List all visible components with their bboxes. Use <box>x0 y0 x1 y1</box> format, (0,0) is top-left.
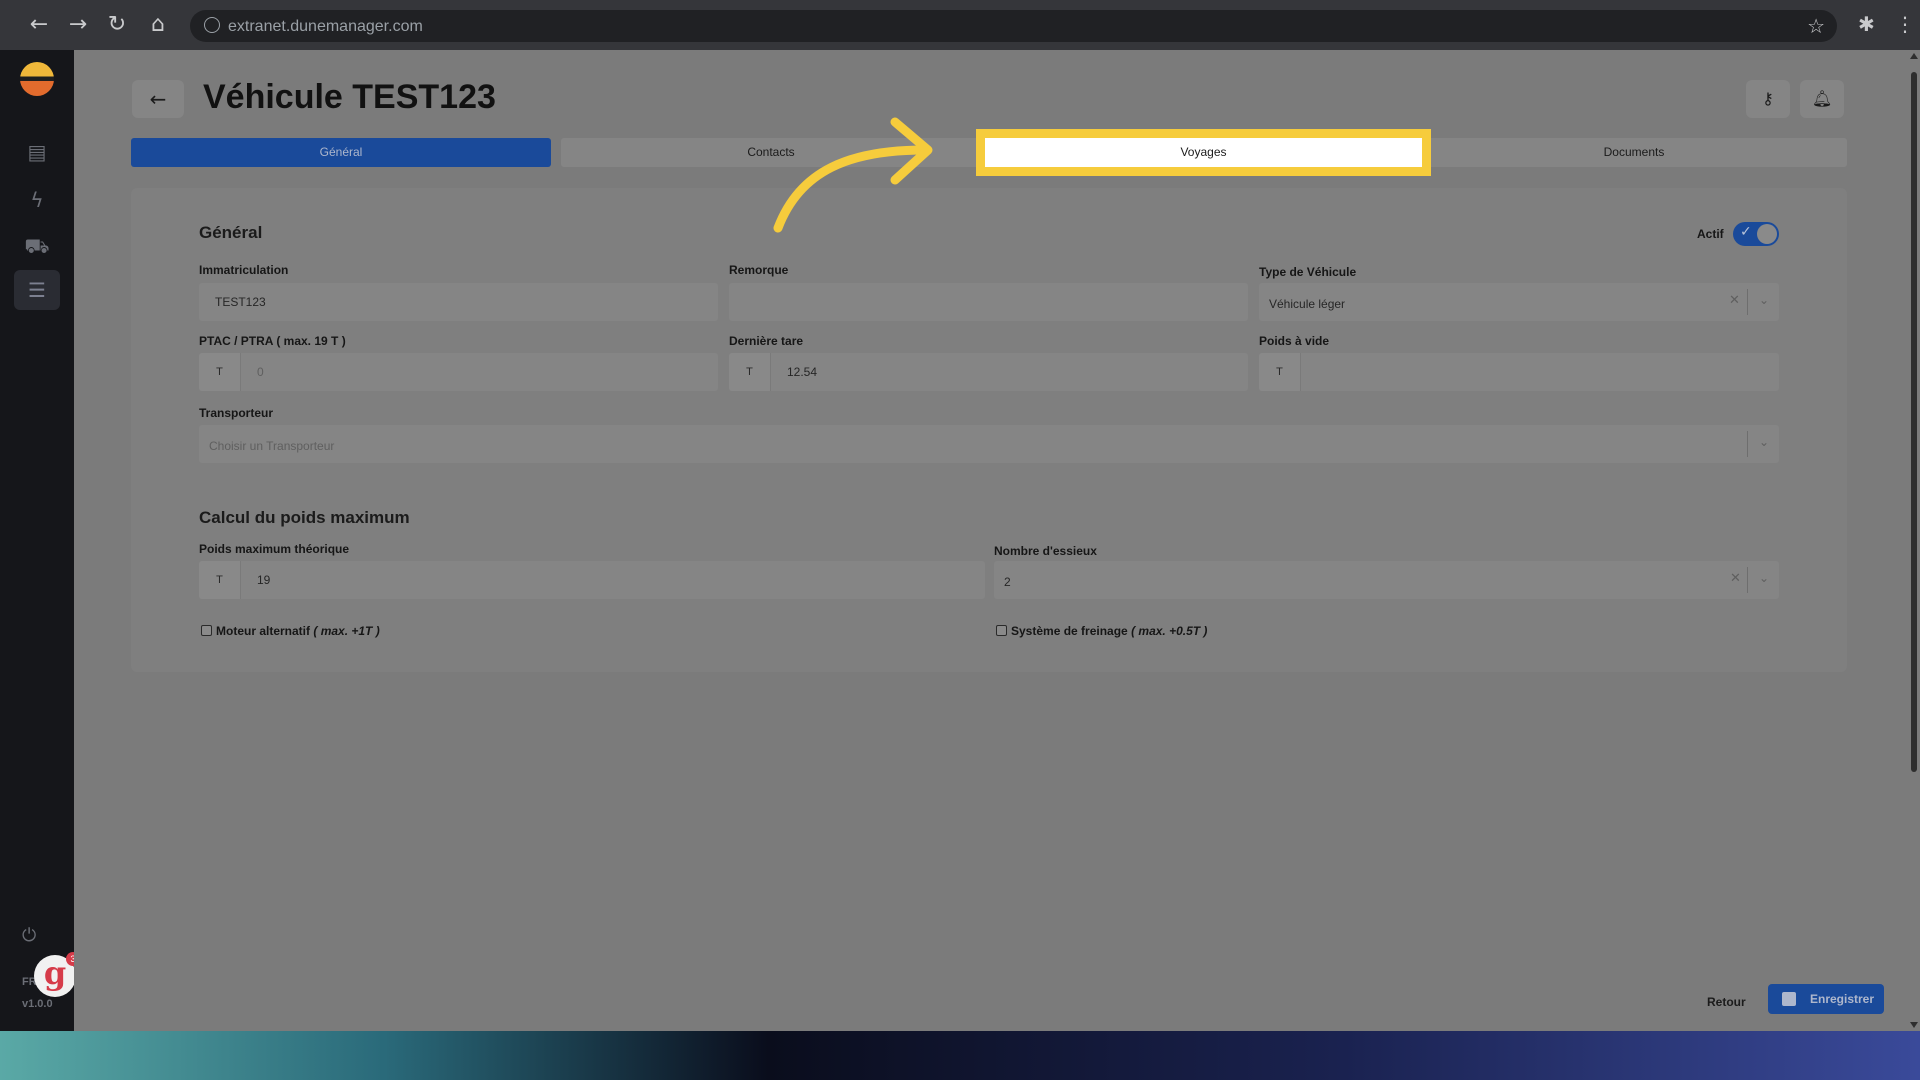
app-logo[interactable] <box>20 62 54 96</box>
type-vehicule-select[interactable]: Véhicule léger ✕ ⌄ <box>1259 283 1779 321</box>
poids-vide-input[interactable]: T <box>1259 353 1779 391</box>
moteur-alternatif-text: Moteur alternatif <box>216 624 311 638</box>
select-separator <box>1747 567 1748 593</box>
main-content: ← Véhicule TEST123 ⚷ 🔔︎ Général Contacts… <box>74 50 1908 1031</box>
freinage-label: Système de freinage ( max. +0.5T ) <box>1011 624 1207 638</box>
chevron-down-icon[interactable]: ⌄ <box>1759 293 1769 307</box>
ptac-label: PTAC / PTRA ( max. 19 T ) <box>199 334 346 348</box>
form-footer: Retour Enregistrer <box>74 970 1908 1031</box>
save-button[interactable]: Enregistrer <box>1768 984 1884 1014</box>
freinage-checkbox[interactable] <box>996 625 1007 636</box>
ptac-value: 0 <box>257 365 264 379</box>
immatriculation-value: TEST123 <box>215 295 266 309</box>
list-icon[interactable]: ☰ <box>14 270 60 310</box>
pointer-arrow-icon <box>773 117 933 233</box>
select-separator <box>1747 289 1748 315</box>
chevron-down-icon[interactable]: ⌄ <box>1759 435 1769 449</box>
globe-icon <box>204 17 220 33</box>
tab-general[interactable]: Général <box>131 138 551 167</box>
bell-icon[interactable]: 🔔︎ <box>1800 80 1844 118</box>
poids-max-input[interactable]: T 19 <box>199 561 985 599</box>
lightning-icon[interactable]: ϟ <box>14 180 60 220</box>
tab-documents[interactable]: Documents <box>1421 138 1847 167</box>
poids-max-unit-prefix: T <box>199 561 241 599</box>
transporteur-select[interactable]: Choisir un Transporteur ⌄ <box>199 425 1779 463</box>
ptac-input[interactable]: T 0 <box>199 353 718 391</box>
moteur-alternatif-hint: ( max. +1T ) <box>313 624 380 638</box>
voyages-tab-highlight[interactable]: Voyages <box>976 129 1431 176</box>
extensions-puzzle-icon[interactable]: ✱ <box>1858 12 1875 36</box>
poids-vide-label: Poids à vide <box>1259 334 1330 348</box>
transporteur-placeholder: Choisir un Transporteur <box>209 439 335 453</box>
actif-toggle[interactable]: ✓ <box>1733 222 1779 246</box>
scroll-up-icon[interactable] <box>1910 53 1918 59</box>
essieux-select[interactable]: 2 ✕ ⌄ <box>994 561 1779 599</box>
forward-arrow-icon[interactable]: → <box>63 10 93 40</box>
calcul-section-title: Calcul du poids maximum <box>199 508 410 527</box>
browser-toolbar: ← → ↻ ⌂ extranet.dunemanager.com ☆ ✱ ⋮ <box>0 0 1920 50</box>
ptac-unit-prefix: T <box>199 353 241 391</box>
power-icon[interactable]: ⏻ <box>22 925 36 946</box>
immatriculation-input[interactable]: TEST123 <box>199 283 718 321</box>
derniere-tare-input[interactable]: T 12.54 <box>729 353 1248 391</box>
scroll-down-icon[interactable] <box>1910 1022 1918 1028</box>
reload-icon[interactable]: ↻ <box>102 10 132 40</box>
moteur-alternatif-checkbox[interactable] <box>201 625 212 636</box>
save-button-label: Enregistrer <box>1810 992 1875 1006</box>
transporteur-label: Transporteur <box>199 406 274 420</box>
address-bar[interactable]: extranet.dunemanager.com ☆ <box>190 10 1837 42</box>
derniere-tare-label: Dernière tare <box>729 334 804 348</box>
poids-vide-unit-prefix: T <box>1259 353 1301 391</box>
back-arrow-icon[interactable]: ← <box>24 10 54 40</box>
poids-max-value: 19 <box>257 573 271 587</box>
clear-x-icon[interactable]: ✕ <box>1730 571 1741 586</box>
key-icon[interactable]: ⚷ <box>1746 80 1790 118</box>
url-text: extranet.dunemanager.com <box>228 18 423 35</box>
voyages-tab-highlight-label: Voyages <box>1180 145 1227 159</box>
freinage-text: Système de freinage <box>1011 624 1128 638</box>
desktop-background <box>0 1031 1920 1080</box>
clear-x-icon[interactable]: ✕ <box>1729 293 1740 308</box>
chevron-down-icon[interactable]: ⌄ <box>1759 571 1769 585</box>
remorque-input[interactable] <box>729 283 1248 321</box>
general-section-title: Général <box>199 223 263 242</box>
scroll-thumb[interactable] <box>1911 72 1917 772</box>
essieux-value: 2 <box>1004 575 1011 589</box>
essieux-label: Nombre d'essieux <box>994 544 1097 558</box>
bookmark-star-icon[interactable]: ☆ <box>1807 14 1825 38</box>
app-sidebar: ▤ ϟ ⛟ ☰ ⏻ FR v1.0.0 g 3 <box>0 50 80 1031</box>
page-scrollbar[interactable] <box>1908 50 1920 1031</box>
remorque-label: Remorque <box>729 263 789 277</box>
immatriculation-label: Immatriculation <box>199 263 289 277</box>
document-icon[interactable]: ▤ <box>14 132 60 172</box>
vehicle-form-card: Général Actif ✓ Immatriculation TEST123 … <box>131 188 1847 672</box>
page-back-button[interactable]: ← <box>132 80 184 118</box>
actif-label: Actif <box>1697 227 1724 241</box>
retour-button[interactable]: Retour <box>1707 995 1746 1009</box>
derniere-tare-value: 12.54 <box>787 365 818 379</box>
screen: ← → ↻ ⌂ extranet.dunemanager.com ☆ ✱ ⋮ ▤… <box>0 0 1920 1080</box>
poids-max-label: Poids maximum théorique <box>199 542 350 556</box>
freinage-hint: ( max. +0.5T ) <box>1131 624 1208 638</box>
select-separator <box>1747 431 1748 457</box>
type-vehicule-value: Véhicule léger <box>1269 297 1346 311</box>
toggle-knob <box>1757 224 1777 244</box>
truck-icon[interactable]: ⛟ <box>14 226 60 266</box>
browser-menu-icon[interactable]: ⋮ <box>1895 12 1915 36</box>
check-icon: ✓ <box>1740 224 1752 240</box>
type-vehicule-label: Type de Véhicule <box>1259 265 1357 279</box>
save-disk-icon <box>1782 992 1796 1006</box>
page-title: Véhicule TEST123 <box>203 78 496 116</box>
moteur-alternatif-label: Moteur alternatif ( max. +1T ) <box>216 624 380 638</box>
version-label: v1.0.0 <box>22 998 53 1010</box>
home-icon[interactable]: ⌂ <box>143 10 173 40</box>
derniere-tare-unit-prefix: T <box>729 353 771 391</box>
